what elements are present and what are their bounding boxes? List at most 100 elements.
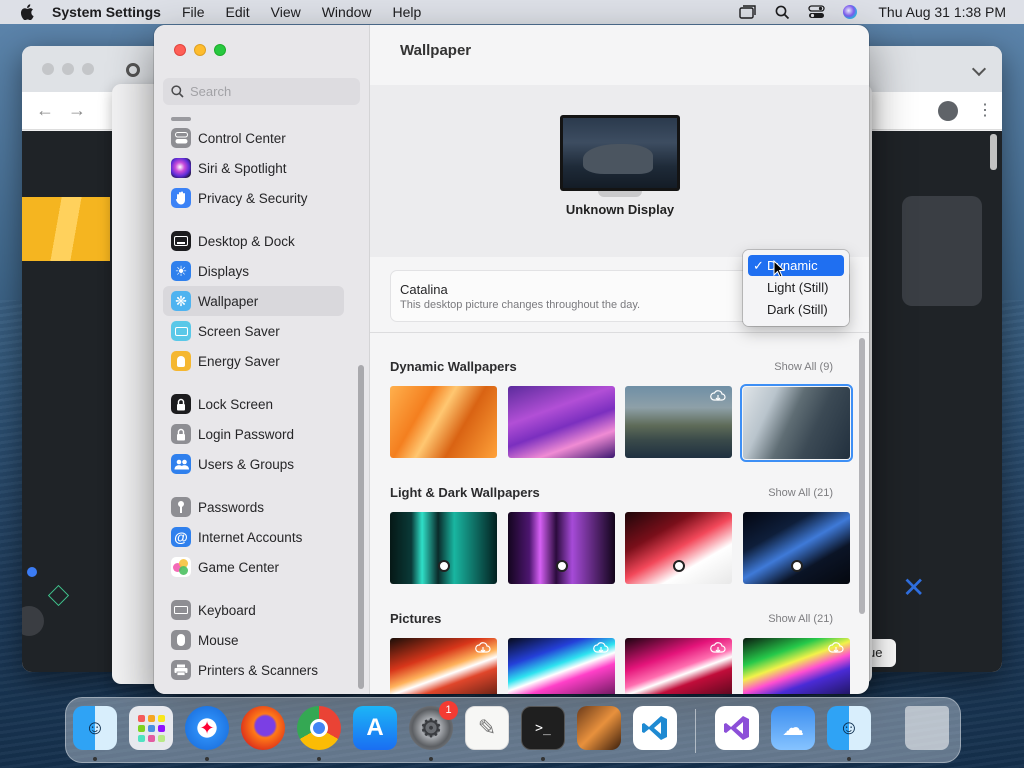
sidebar-item-label: Wallpaper [198,293,259,309]
sidebar-item-game-center[interactable]: Game Center [163,552,344,582]
wallpaper-thumb-red-shapes[interactable] [625,512,732,584]
display-monitor-preview[interactable] [560,115,680,197]
sidebar-item-label: Users & Groups [198,456,295,472]
sidebar-item-passwords[interactable]: Passwords [163,492,344,522]
menu-help[interactable]: Help [393,4,422,20]
cloud-download-icon [710,390,726,401]
wallpaper-thumb-picture-2[interactable] [508,638,615,694]
sidebar-item-label: Control Center [198,130,286,146]
sidebar-item-users-groups[interactable]: Users & Groups [163,449,344,479]
sidebar: Control Center Siri & Spotlight Privacy … [154,25,370,694]
dock-garageband-icon[interactable] [577,706,621,750]
wallpaper-thumb-picture-4[interactable] [743,638,850,694]
game-center-icon [171,557,191,577]
notification-badge: 1 [439,701,458,720]
app-name-menu[interactable]: System Settings [52,4,161,20]
zoom-button[interactable] [214,44,226,56]
dock-chrome-icon[interactable] [297,706,341,750]
wallpaper-thumb-teal-lines[interactable] [390,512,497,584]
siri-icon[interactable] [840,4,860,20]
sidebar-item-energy-saver[interactable]: Energy Saver [163,346,344,376]
browser-minimize-button[interactable] [62,63,74,75]
search-input[interactable] [190,84,350,99]
dock-trash-icon[interactable] [905,706,949,750]
dock-firefox-icon[interactable] [241,706,285,750]
login-lock-icon [171,424,191,444]
sidebar-item-label: Game Center [198,559,280,575]
menu-view[interactable]: View [271,4,301,20]
search-field[interactable] [163,78,360,105]
menu-item-dynamic[interactable]: ✓ Dynamic [748,255,844,276]
gray-card [902,196,982,306]
dock-textedit-icon[interactable]: ✎ [465,706,509,750]
wallpaper-thumb-picture-1[interactable] [390,638,497,694]
sidebar-item-privacy-security[interactable]: Privacy & Security [163,183,344,213]
close-button[interactable] [174,44,186,56]
checkmark-icon: ✓ [753,258,764,273]
forward-arrow-icon[interactable]: → [68,100,86,121]
search-icon [171,85,184,98]
sidebar-item-control-center[interactable]: Control Center [163,123,344,153]
mouse-cursor-icon [773,260,785,278]
show-all-pictures-button[interactable]: Show All (21) [768,613,833,625]
back-arrow-icon[interactable]: ← [36,100,54,121]
at-icon: @ [171,527,191,547]
main-scrollbar[interactable] [859,338,865,614]
light-dark-mode-icon [556,560,568,572]
sidebar-item-wallpaper[interactable]: ❋ Wallpaper [163,286,344,316]
sidebar-item-siri-spotlight[interactable]: Siri & Spotlight [163,153,344,183]
sidebar-item-lock-screen[interactable]: Lock Screen [163,389,344,419]
wallpaper-thumb-purple-lines[interactable] [508,512,615,584]
dock-terminal-icon[interactable]: >_ [521,706,565,750]
display-name: Unknown Display [565,202,675,217]
menu-item-light-still[interactable]: Light (Still) [748,277,844,298]
sidebar-item-login-password[interactable]: Login Password [163,419,344,449]
yellow-graphic [22,197,110,261]
sidebar-item-desktop-dock[interactable]: Desktop & Dock [163,226,344,256]
wallpaper-thumb-catalina-selected[interactable] [740,384,853,462]
show-all-light-dark-button[interactable]: Show All (21) [768,487,833,499]
browser-scrollbar[interactable] [990,134,997,170]
menu-item-dark-still[interactable]: Dark (Still) [748,299,844,320]
menu-edit[interactable]: Edit [226,4,250,20]
mouse-icon [171,630,191,650]
wallpaper-thumb-monterey[interactable] [508,386,615,458]
browser-zoom-button[interactable] [82,63,94,75]
dock-visual-studio-icon[interactable] [715,706,759,750]
wallpaper-thumb-picture-3[interactable] [625,638,732,694]
dock-migration-assistant-icon[interactable]: ☺ [827,706,871,750]
dock-finder-icon[interactable]: ☺ [73,706,117,750]
sidebar-item-keyboard[interactable]: Keyboard [163,595,344,625]
sidebar-scrollbar[interactable] [358,365,364,689]
dock-launchpad-icon[interactable] [129,706,173,750]
wallpaper-icon: ❋ [171,291,191,311]
more-menu-icon[interactable]: ⋮ [977,100,993,120]
minimize-button[interactable] [194,44,206,56]
dock-weather-icon[interactable]: ☁ [771,706,815,750]
main-content: Unknown Display Catalina This desktop pi… [370,25,869,694]
dock-vscode-icon[interactable] [633,706,677,750]
sidebar-item-printers-scanners[interactable]: Printers & Scanners [163,655,344,685]
search-icon[interactable] [772,4,792,20]
wallpaper-thumb-big-sur[interactable] [625,386,732,458]
dock-app-store-icon[interactable]: A [353,706,397,750]
wallpaper-thumb-ventura[interactable] [390,386,497,458]
control-center-icon[interactable] [806,4,826,20]
screen-mirroring-icon[interactable] [738,4,758,20]
sidebar-item-screen-saver[interactable]: Screen Saver [163,316,344,346]
sidebar-item-internet-accounts[interactable]: @ Internet Accounts [163,522,344,552]
apple-logo-icon[interactable] [20,4,34,20]
show-all-dynamic-button[interactable]: Show All (9) [774,361,833,373]
sidebar-item-label: Energy Saver [198,353,280,369]
menu-window[interactable]: Window [322,4,372,20]
screen-saver-icon [171,321,191,341]
section-title-light-dark: Light & Dark Wallpapers [390,485,540,500]
sidebar-item-mouse[interactable]: Mouse [163,625,344,655]
wallpaper-thumb-blue-shapes[interactable] [743,512,850,584]
profile-icon[interactable] [938,101,958,121]
sidebar-item-displays[interactable]: ☀ Displays [163,256,344,286]
dock-safari-icon[interactable]: ✦ [185,706,229,750]
browser-close-button[interactable] [42,63,54,75]
menu-file[interactable]: File [182,4,205,20]
menu-bar-clock[interactable]: Thu Aug 31 1:38 PM [878,4,1006,20]
